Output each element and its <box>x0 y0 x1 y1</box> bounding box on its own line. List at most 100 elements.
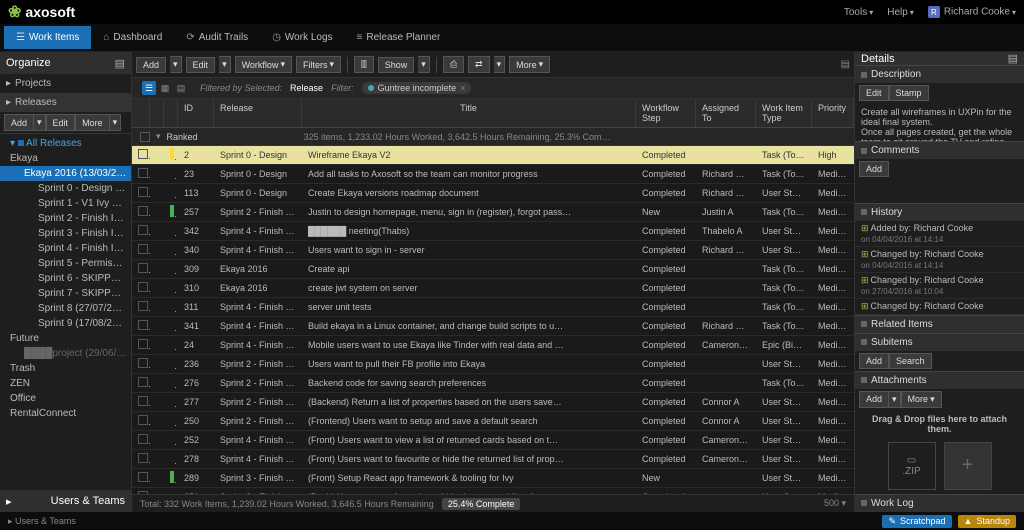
col-checkbox[interactable] <box>132 99 150 127</box>
card-view-icon[interactable]: ▦ <box>158 81 172 95</box>
row-checkbox[interactable] <box>138 225 148 235</box>
close-icon[interactable]: × <box>460 83 465 93</box>
tree-item[interactable]: Sprint 6 - SKIPPED DUE TO <box>0 271 131 286</box>
col-title[interactable]: Title <box>302 99 636 127</box>
col-priority[interactable]: Priority <box>812 99 854 127</box>
subitem-add-button[interactable]: Add <box>859 353 889 369</box>
nav-tab-work-items[interactable]: ☰Work Items <box>4 26 91 49</box>
panel-menu-icon[interactable]: ▤ <box>841 59 850 70</box>
attachments-header[interactable]: Attachments <box>855 371 1024 389</box>
tree-item[interactable]: Sprint 3 - Finish Ivy & banting <box>0 226 131 241</box>
row-checkbox[interactable] <box>138 377 148 387</box>
tree-item[interactable]: Sprint 4 - Finish Ivy and Start <box>0 241 131 256</box>
show-split[interactable]: ▾ <box>418 56 430 73</box>
row-checkbox[interactable] <box>138 358 148 368</box>
row-checkbox[interactable] <box>138 263 148 273</box>
nav-tab-release-planner[interactable]: ≡Release Planner <box>345 26 453 49</box>
chart-icon-button[interactable]: ⫿⫿ <box>354 56 374 73</box>
tree-item[interactable]: Ekaya <box>0 151 131 166</box>
row-checkbox[interactable] <box>138 301 148 311</box>
subitem-search-button[interactable]: Search <box>889 353 932 369</box>
history-header[interactable]: History <box>855 203 1024 221</box>
row-checkbox[interactable] <box>138 206 148 216</box>
group-checkbox[interactable] <box>140 132 150 142</box>
users-teams-footer[interactable]: ▸ Users & Teams <box>0 490 131 512</box>
tree-item[interactable]: ████project (29/06/2016 - 0 <box>0 346 131 361</box>
table-row[interactable]: 289Sprint 3 - Finish Ivy & ba…(Front) Se… <box>132 469 854 488</box>
help-menu[interactable]: Help▾ <box>887 7 914 18</box>
collapse-icon[interactable]: ▾ <box>156 131 161 142</box>
table-row[interactable]: 276Sprint 2 - Finish Ivy & se…Backend co… <box>132 374 854 393</box>
table-row[interactable]: 311Sprint 4 - Finish Ivy and …server uni… <box>132 298 854 317</box>
edit-split[interactable]: ▾ <box>219 56 231 73</box>
show-button[interactable]: Show <box>378 57 415 73</box>
tree-item[interactable]: Sprint 9 (17/08/2016 - 30/08 <box>0 316 131 331</box>
left-add-split[interactable]: ▾ <box>34 114 46 131</box>
table-row[interactable]: 24Sprint 4 - Finish Ivy and …Mobile user… <box>132 336 854 355</box>
table-row[interactable]: 23Sprint 0 - DesignAdd all tasks to Axos… <box>132 165 854 184</box>
tree-item[interactable]: Sprint 1 - V1 Ivy & database <box>0 196 131 211</box>
link-split[interactable]: ▾ <box>494 56 506 73</box>
row-checkbox[interactable] <box>138 149 148 159</box>
row-checkbox[interactable] <box>138 415 148 425</box>
row-checkbox[interactable] <box>138 434 148 444</box>
tree-item[interactable]: RentalConnect <box>0 406 131 421</box>
page-size[interactable]: 500 ▾ <box>824 498 846 509</box>
table-row[interactable]: 277Sprint 2 - Finish Ivy & se…(Backend) … <box>132 393 854 412</box>
projects-section[interactable]: ▸ Projects <box>0 74 131 93</box>
workflow-button[interactable]: Workflow ▾ <box>235 56 292 73</box>
table-row[interactable]: 236Sprint 2 - Finish Ivy & se…Users want… <box>132 355 854 374</box>
attach-more-button[interactable]: More ▾ <box>901 391 942 408</box>
table-row[interactable]: 340Sprint 4 - Finish Ivy and …Users want… <box>132 241 854 260</box>
table-row[interactable]: 250Sprint 2 - Finish Ivy & se…(Frontend)… <box>132 412 854 431</box>
attach-add-split[interactable]: ▾ <box>889 391 901 408</box>
desc-edit-button[interactable]: Edit <box>859 85 889 101</box>
standup-button[interactable]: ▲ Standup <box>958 515 1016 528</box>
tree-item[interactable]: Ekaya 2016 (13/03/2016 - 26/08 <box>0 166 131 181</box>
scratchpad-button[interactable]: ✎ Scratchpad <box>882 515 951 528</box>
table-row[interactable]: 310Ekaya 2016create jwt system on server… <box>132 279 854 298</box>
left-more-button[interactable]: More <box>75 114 110 131</box>
row-checkbox[interactable] <box>138 168 148 178</box>
col-step[interactable]: Workflow Step <box>636 99 696 127</box>
row-checkbox[interactable] <box>138 320 148 330</box>
col-release[interactable]: Release <box>214 99 302 127</box>
filter-tag[interactable]: Guntree incomplete× <box>362 82 472 94</box>
history-item[interactable]: ⊞Changed by: Richard Cookeon 04/04/2016 … <box>855 247 1024 273</box>
panel-menu-icon[interactable]: ▤ <box>1008 52 1018 65</box>
history-item[interactable]: ⊞Changed by: Richard Cookeon 27/04/2016 … <box>855 273 1024 299</box>
row-checkbox[interactable] <box>138 282 148 292</box>
tree-item[interactable]: Sprint 2 - Finish Ivy & setup b <box>0 211 131 226</box>
row-checkbox[interactable] <box>138 396 148 406</box>
grid-view-icon[interactable]: ▤ <box>174 81 188 95</box>
grid-body[interactable]: 2Sprint 0 - DesignWireframe Ekaya V2Comp… <box>132 146 854 494</box>
desc-stamp-button[interactable]: Stamp <box>889 85 929 101</box>
nav-tab-audit-trails[interactable]: ⟳Audit Trails <box>174 26 260 49</box>
nav-tab-dashboard[interactable]: ⌂Dashboard <box>91 26 174 49</box>
left-more-split[interactable]: ▾ <box>110 114 122 131</box>
panel-menu-icon[interactable]: ▤ <box>115 57 125 70</box>
left-add-button[interactable]: Add <box>4 114 34 131</box>
add-split[interactable]: ▾ <box>170 56 182 73</box>
print-icon-button[interactable]: ⎙ <box>443 56 464 73</box>
col-type[interactable]: Work Item Type <box>756 99 812 127</box>
attachment-add-box[interactable]: + <box>944 442 992 490</box>
worklog-header[interactable]: Work Log <box>855 494 1024 512</box>
table-row[interactable]: 113Sprint 0 - DesignCreate Ekaya version… <box>132 184 854 203</box>
tree-item[interactable]: Sprint 0 - Design (13/03/201 <box>0 181 131 196</box>
table-row[interactable]: 341Sprint 4 - Finish Ivy and …Build ekay… <box>132 317 854 336</box>
table-row[interactable]: 2Sprint 0 - DesignWireframe Ekaya V2Comp… <box>132 146 854 165</box>
nav-tab-work-logs[interactable]: ◷Work Logs <box>260 26 344 49</box>
description-header[interactable]: Description <box>855 65 1024 83</box>
tree-item[interactable]: Office <box>0 391 131 406</box>
left-edit-button[interactable]: Edit <box>46 114 76 131</box>
col-id[interactable]: ID <box>178 99 214 127</box>
releases-section[interactable]: ▸ Releases <box>0 93 131 112</box>
row-checkbox[interactable] <box>138 453 148 463</box>
link-icon-button[interactable]: ⇄ <box>468 56 490 73</box>
filters-button[interactable]: Filters ▾ <box>296 56 341 73</box>
table-row[interactable]: 278Sprint 4 - Finish Ivy and …(Front) Us… <box>132 450 854 469</box>
history-item[interactable]: ⊞Changed by: Richard Cooke <box>855 299 1024 315</box>
history-item[interactable]: ⊞Added by: Richard Cookeon 04/04/2016 at… <box>855 221 1024 247</box>
row-checkbox[interactable] <box>138 472 148 482</box>
